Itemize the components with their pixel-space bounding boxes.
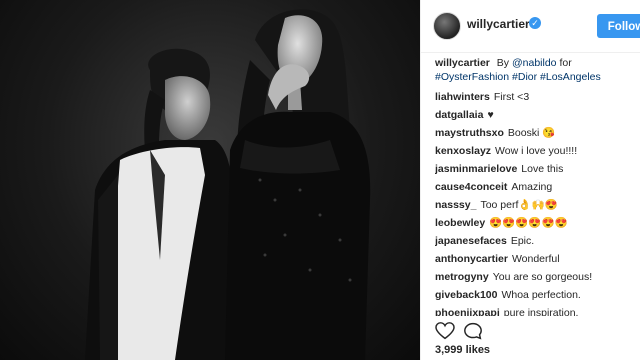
comment-username[interactable]: jasminmarielove: [435, 163, 517, 175]
instagram-post: willycartier ✓ Follow willycartier By @n…: [0, 0, 640, 360]
comment-row: phoeniixpapi pure inspiration.: [435, 304, 631, 316]
comment-username[interactable]: kenxoslayz: [435, 145, 491, 157]
like-count[interactable]: 3,999 likes: [435, 344, 490, 356]
post-username[interactable]: willycartier: [467, 17, 530, 31]
comment-username[interactable]: leobewley: [435, 217, 485, 229]
comment-username[interactable]: nasssy_: [435, 199, 476, 211]
comment-username[interactable]: anthonycartier: [435, 253, 508, 265]
comment-text: First <3: [493, 91, 530, 103]
comment-text: ♥: [487, 109, 494, 121]
verified-badge-icon: ✓: [529, 17, 541, 29]
comment-row: cause4conceit Amazing: [435, 178, 631, 196]
post-header: willycartier ✓ Follow: [421, 0, 640, 53]
comment-username[interactable]: phoeniixpapi: [435, 307, 500, 316]
comment-text: Love this: [521, 163, 564, 175]
comments-list[interactable]: willycartier By @nabildo for #OysterFash…: [421, 56, 640, 316]
comment-text: Whoa perfection.: [501, 289, 581, 301]
comment-row: anthonycartier Wonderful: [435, 250, 631, 268]
comment-text: You are so gorgeous!: [492, 271, 593, 283]
post-caption: willycartier By @nabildo for #OysterFash…: [435, 56, 631, 84]
caption-hashtags[interactable]: #OysterFashion #Dior #LosAngeles: [435, 71, 601, 83]
comment-row: jasminmarielove Love this: [435, 160, 631, 178]
comment-text: 😍😍😍😍😍😍: [489, 217, 568, 229]
comment-username[interactable]: japanesefaces: [435, 235, 507, 247]
comment-text: Amazing: [511, 181, 553, 193]
comment-row: datgallaia ♥: [435, 106, 631, 124]
caption-username[interactable]: willycartier: [435, 57, 490, 69]
comment-row: liahwinters First <3: [435, 88, 631, 106]
comment-row: leobewley 😍😍😍😍😍😍: [435, 214, 631, 232]
heart-icon[interactable]: [435, 322, 455, 340]
post-side-panel: willycartier ✓ Follow willycartier By @n…: [420, 0, 640, 360]
comment-row: giveback100 Whoa perfection.: [435, 286, 631, 304]
comment-text: pure inspiration.: [503, 307, 579, 316]
comment-username[interactable]: datgallaia: [435, 109, 483, 121]
comment-text: Epic.: [510, 235, 535, 247]
avatar[interactable]: [433, 12, 461, 40]
comment-username[interactable]: giveback100: [435, 289, 497, 301]
comment-username[interactable]: maystruthsxo: [435, 127, 504, 139]
caption-text: for: [559, 57, 572, 69]
action-bar: [421, 318, 640, 342]
follow-button[interactable]: Follow: [597, 14, 640, 38]
comment-username[interactable]: liahwinters: [435, 91, 490, 103]
post-photo[interactable]: [0, 0, 420, 360]
comment-text: Wonderful: [511, 253, 560, 265]
comment-row: kenxoslayz Wow i love you!!!!: [435, 142, 631, 160]
photo-illustration: [85, 9, 371, 360]
comment-row: maystruthsxo Booski 😘: [435, 124, 631, 142]
comment-username[interactable]: metrogyny: [435, 271, 489, 283]
caption-text: By: [496, 57, 510, 69]
comment-text: Booski 😘: [507, 127, 556, 139]
comment-row: japanesefaces Epic.: [435, 232, 631, 250]
comment-row: nasssy_ Too perf👌🙌😍: [435, 196, 631, 214]
comment-username[interactable]: cause4conceit: [435, 181, 507, 193]
comment-text: Too perf👌🙌😍: [480, 199, 558, 211]
comment-text: Wow i love you!!!!: [495, 145, 578, 157]
caption-mention[interactable]: @nabildo: [512, 57, 557, 69]
comment-icon[interactable]: [463, 322, 483, 340]
comment-row: metrogyny You are so gorgeous!: [435, 268, 631, 286]
